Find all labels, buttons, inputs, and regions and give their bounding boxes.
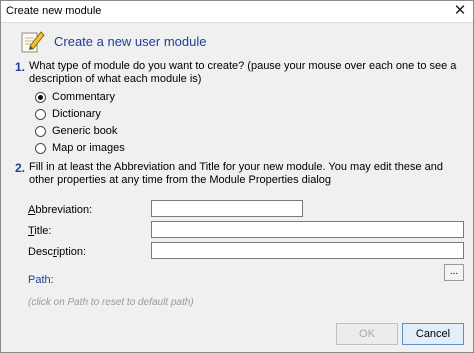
title-input[interactable] <box>151 221 464 238</box>
radio-generic-book[interactable]: Generic book <box>35 124 117 138</box>
pencil-note-icon <box>21 31 45 53</box>
description-label: Description: <box>28 246 87 258</box>
close-button[interactable]: ✕ <box>450 2 470 20</box>
title-label: Title: <box>28 225 52 237</box>
radio-commentary-label: Commentary <box>52 91 115 103</box>
radio-dictionary-label: Dictionary <box>52 108 101 120</box>
step2-number: 2. <box>15 161 26 175</box>
radio-commentary[interactable]: Commentary <box>35 90 115 104</box>
radio-dictionary[interactable]: Dictionary <box>35 107 101 121</box>
description-input[interactable] <box>151 242 464 259</box>
abbreviation-label: Abbreviation: <box>28 204 93 216</box>
radio-map-or-images-label: Map or images <box>52 142 125 154</box>
step1-instructions: What type of module do you want to creat… <box>29 60 457 85</box>
create-module-dialog: Create new module ✕ Create a new user mo… <box>0 0 474 353</box>
radio-dictionary-indicator[interactable] <box>35 108 46 120</box>
radio-map-or-images-indicator[interactable] <box>35 142 46 154</box>
dialog-heading: Create a new user module <box>54 34 207 49</box>
browse-path-button[interactable]: ... <box>444 264 464 281</box>
ok-button[interactable]: OK <box>336 323 398 345</box>
path-hint: (click on Path to reset to default path) <box>28 297 194 308</box>
step2-instructions: Fill in at least the Abbreviation and Ti… <box>29 161 443 186</box>
title-bar: Create new module ✕ <box>1 1 473 23</box>
abbreviation-input[interactable] <box>151 200 303 217</box>
cancel-button[interactable]: Cancel <box>402 323 464 345</box>
radio-generic-book-label: Generic book <box>52 125 118 137</box>
radio-generic-book-indicator[interactable] <box>35 125 46 137</box>
radio-commentary-indicator[interactable] <box>35 91 46 103</box>
path-link[interactable]: Path: <box>28 274 54 286</box>
radio-map-or-images[interactable]: Map or images <box>35 141 125 155</box>
window-title: Create new module <box>6 5 102 17</box>
step1-number: 1. <box>15 60 26 74</box>
